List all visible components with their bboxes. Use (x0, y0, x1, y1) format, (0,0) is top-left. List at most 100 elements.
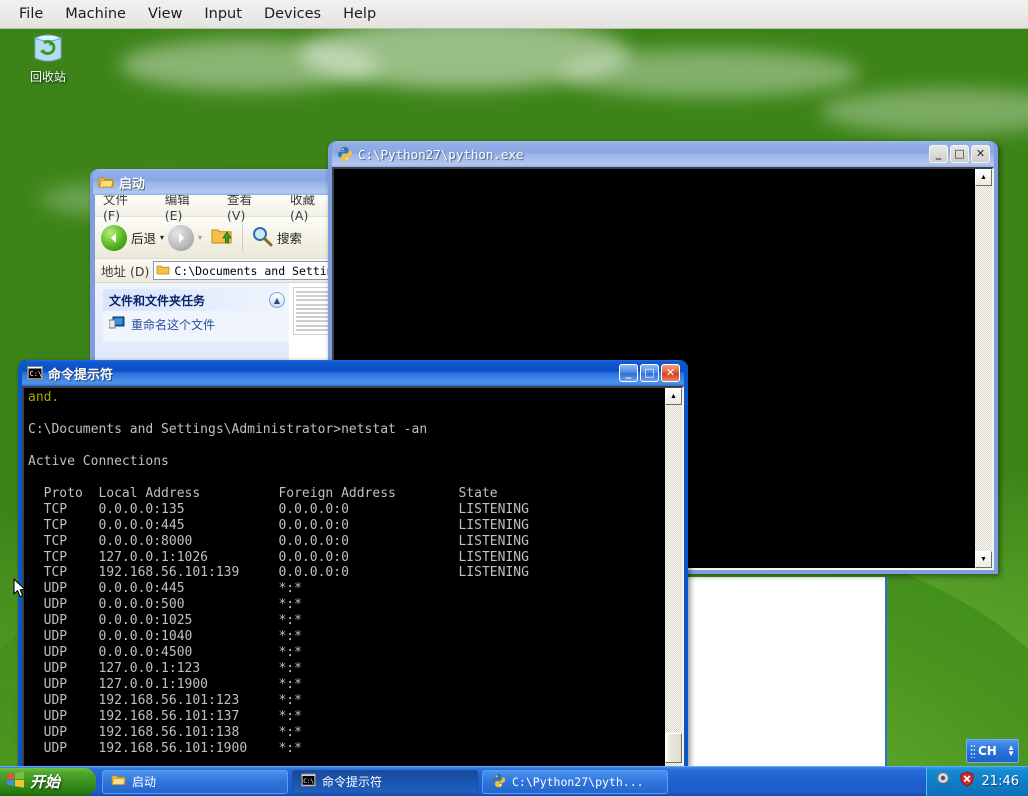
cloud-decoration (820, 89, 1028, 133)
search-button[interactable]: 搜索 (251, 225, 302, 250)
spinner-arrows-icon[interactable]: ▲ ▼ (1007, 744, 1015, 758)
console-line: TCP 127.0.0.1:1026 0.0.0.0:0 LISTENING (28, 549, 529, 565)
taskbar-item-command-prompt[interactable]: C:\ 命令提示符 (292, 769, 478, 794)
console-line: Active Connections (28, 453, 169, 469)
console-line: UDP 127.0.0.1:1900 *:* (28, 677, 302, 693)
maximize-button[interactable]: □ (640, 364, 659, 382)
explorer-menu-view[interactable]: 查看 (V) (227, 195, 272, 223)
minimize-button[interactable]: _ (619, 364, 638, 382)
chevron-up-icon[interactable]: ▲ (269, 292, 285, 308)
menu-item-help[interactable]: Help (332, 3, 387, 25)
scroll-up-button[interactable]: ▲ (665, 388, 682, 405)
close-button[interactable]: ✕ (661, 364, 680, 382)
python-window-title-text: C:\Python27\python.exe (358, 146, 524, 162)
console-line: TCP 0.0.0.0:135 0.0.0.0:0 LISTENING (28, 501, 529, 517)
up-folder-icon (210, 225, 234, 250)
cmd-console-body[interactable]: and. C:\Documents and Settings\Administr… (22, 386, 684, 786)
menu-item-view[interactable]: View (137, 3, 193, 25)
address-input[interactable]: C:\Documents and Settings\A (153, 261, 335, 280)
volume-icon[interactable] (936, 771, 952, 792)
console-line: UDP 192.168.56.101:138 *:* (28, 725, 302, 741)
console-line: C:\Documents and Settings\Administrator>… (28, 421, 428, 437)
cmd-console-output: and. C:\Documents and Settings\Administr… (24, 388, 665, 784)
python-icon (337, 146, 353, 162)
menu-item-file[interactable]: File (8, 3, 54, 25)
task-pane-header[interactable]: 文件和文件夹任务 ▲ (103, 289, 289, 311)
console-line: UDP 0.0.0.0:4500 *:* (28, 645, 302, 661)
taskbar-item-label: 启动 (132, 775, 157, 789)
svg-text:C:\: C:\ (303, 778, 314, 785)
desktop-icon-recycle-bin[interactable]: 回收站 (14, 31, 82, 85)
console-line: TCP 0.0.0.0:445 0.0.0.0:0 LISTENING (28, 517, 529, 533)
file-thumbnail[interactable] (293, 287, 331, 335)
python-console-scrollbar[interactable]: ▲ ▼ (975, 169, 992, 568)
drag-grip-icon[interactable] (970, 744, 975, 758)
taskbar-item-explorer[interactable]: 启动 (102, 769, 288, 794)
task-item-rename[interactable]: 重命名这个文件 (108, 316, 283, 333)
python-window-titlebar[interactable]: C:\Python27\python.exe _ □ ✕ (332, 141, 994, 167)
explorer-toolbar: 后退 ▾ ▾ 搜索 (95, 217, 335, 259)
cmd-console-scrollbar[interactable]: ▲ ▼ (665, 388, 682, 784)
start-button[interactable]: 开始 (0, 767, 96, 796)
command-prompt-window[interactable]: C:\ 命令提示符 _ □ ✕ and. C:\Documents and Se… (18, 360, 688, 792)
taskbar-item-python[interactable]: C:\Python27\pyth... (482, 769, 668, 794)
back-button[interactable]: 后退 ▾ (101, 224, 164, 251)
console-icon: C:\ (301, 773, 316, 790)
search-button-label: 搜索 (277, 231, 303, 246)
taskbar-item-label: 命令提示符 (322, 775, 383, 789)
console-line: UDP 127.0.0.1:123 *:* (28, 661, 302, 677)
taskbar-item-label: C:\Python27\pyth... (512, 774, 644, 789)
up-button[interactable] (206, 225, 234, 250)
windows-flag-icon (6, 771, 25, 792)
taskbar: 开始 启动 C:\ 命令提示符 C:\Python27\pyth... 21:4… (0, 766, 1028, 796)
ime-language-bar[interactable]: CH ▲ ▼ (966, 739, 1019, 763)
explorer-window[interactable]: 启动 文件 (F) 编辑 (E) 查看 (V) 收藏 (A) 后退 ▾ ▾ 搜索… (90, 169, 338, 365)
explorer-address-bar: 地址 (D) C:\Documents and Settings\A (95, 259, 335, 283)
python-window-controls: _ □ ✕ (929, 145, 992, 163)
back-arrow-icon (101, 224, 127, 251)
cmd-window-titlebar[interactable]: C:\ 命令提示符 _ □ ✕ (22, 360, 684, 386)
folder-icon (98, 174, 114, 190)
rename-file-icon (108, 316, 125, 333)
explorer-titlebar[interactable]: 启动 (93, 169, 335, 195)
explorer-body: 文件 (F) 编辑 (E) 查看 (V) 收藏 (A) 后退 ▾ ▾ 搜索 地址… (93, 195, 335, 365)
console-line: UDP 0.0.0.0:445 *:* (28, 581, 302, 597)
console-line: TCP 192.168.56.101:139 0.0.0.0:0 LISTENI… (28, 565, 529, 581)
forward-button[interactable]: ▾ (168, 224, 202, 251)
console-line: and. (28, 390, 60, 405)
taskbar-clock[interactable]: 21:46 (982, 774, 1019, 789)
console-line: UDP 0.0.0.0:1025 *:* (28, 613, 302, 629)
explorer-content: 文件和文件夹任务 ▲ 重命名这个文件 (95, 283, 335, 364)
explorer-menu-file[interactable]: 文件 (F) (103, 195, 147, 223)
close-button[interactable]: ✕ (971, 145, 990, 163)
explorer-task-pane: 文件和文件夹任务 ▲ 重命名这个文件 (95, 283, 289, 364)
address-value: C:\Documents and Settings\A (174, 263, 334, 278)
recycle-bin-icon (30, 31, 66, 65)
desktop[interactable]: 回收站 启动 文件 (F) 编辑 (E) 查看 (V) 收藏 (A) 后退 ▾ … (0, 29, 1028, 796)
explorer-title-text: 启动 (119, 176, 146, 192)
chevron-down-icon-forward[interactable]: ▾ (198, 233, 202, 242)
explorer-menu-edit[interactable]: 编辑 (E) (165, 195, 209, 223)
scrollbar-thumb[interactable] (665, 733, 682, 763)
maximize-button[interactable]: □ (950, 145, 969, 163)
security-shield-icon[interactable] (959, 771, 975, 792)
menu-item-input[interactable]: Input (193, 3, 253, 25)
menu-item-devices[interactable]: Devices (253, 3, 332, 25)
ime-language-label[interactable]: CH (978, 744, 997, 758)
minimize-button[interactable]: _ (929, 145, 948, 163)
scroll-down-button[interactable]: ▼ (975, 551, 992, 568)
scroll-up-button[interactable]: ▲ (975, 169, 992, 186)
task-pane-body: 重命名这个文件 (103, 311, 289, 342)
console-line: UDP 192.168.56.101:1900 *:* (28, 740, 302, 756)
virtualbox-menubar: File Machine View Input Devices Help (0, 0, 1028, 29)
console-line: UDP 192.168.56.101:137 *:* (28, 709, 302, 725)
address-folder-icon (156, 263, 170, 279)
background-window-client-area[interactable] (685, 577, 887, 769)
search-icon (251, 225, 273, 250)
system-tray: 21:46 (925, 766, 1028, 796)
console-line: TCP 0.0.0.0:8000 0.0.0.0:0 LISTENING (28, 533, 529, 549)
menu-item-machine[interactable]: Machine (54, 3, 137, 25)
chevron-down-icon[interactable]: ▾ (160, 233, 164, 242)
